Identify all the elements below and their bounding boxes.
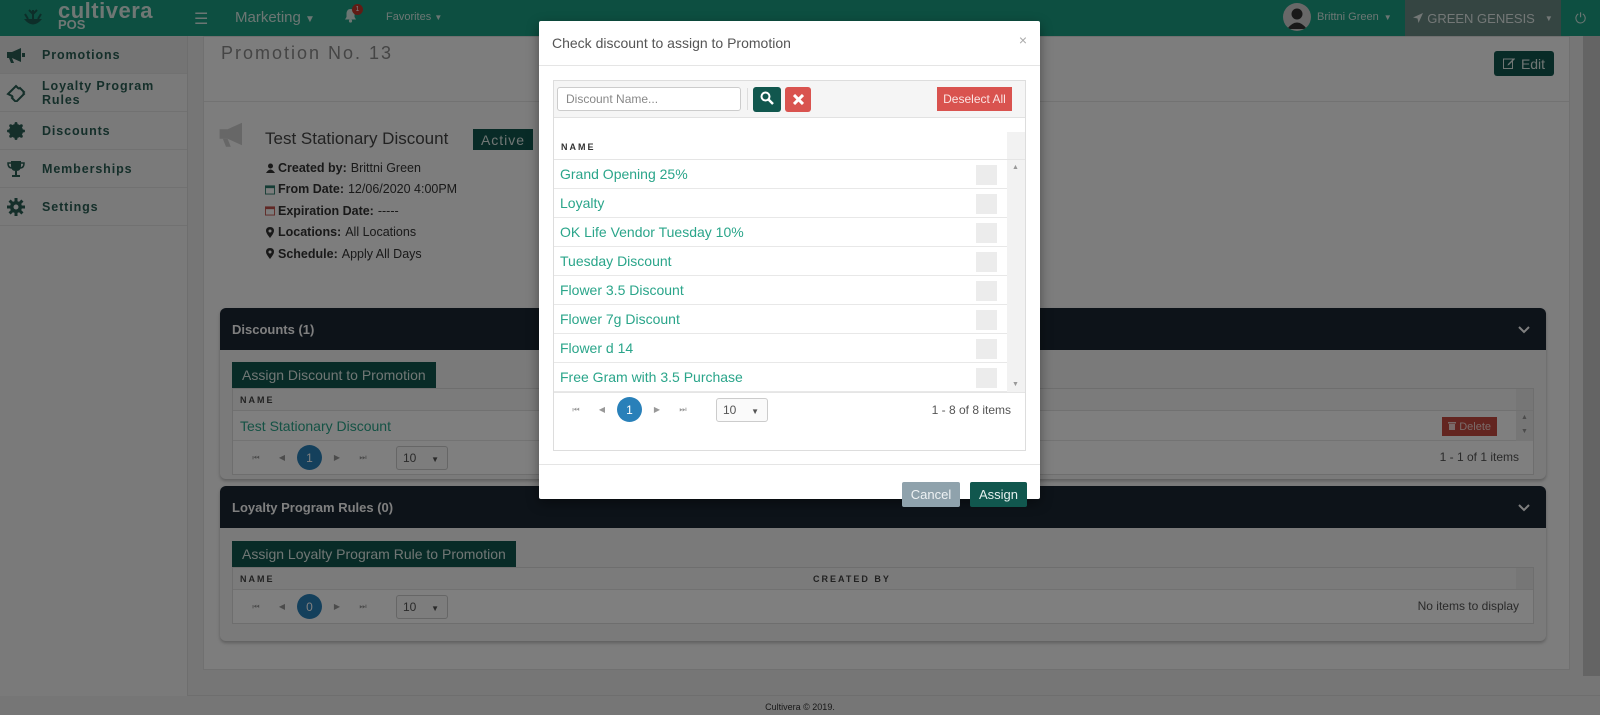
page-size-value: 10 xyxy=(723,402,737,417)
list-item[interactable]: Flower d 14 xyxy=(554,334,1007,363)
scroll-down-icon[interactable]: ▼ xyxy=(1012,381,1019,388)
discount-name[interactable]: Tuesday Discount xyxy=(560,253,672,269)
current-page[interactable]: 1 xyxy=(617,397,642,422)
clear-search-button[interactable] xyxy=(785,87,811,112)
scroll-up-icon[interactable]: ▲ xyxy=(1012,164,1019,171)
search-icon xyxy=(760,91,774,108)
list-item[interactable]: Loyalty xyxy=(554,189,1007,218)
close-icon[interactable]: × xyxy=(1019,32,1027,48)
divider xyxy=(747,88,748,110)
modal-title: Check discount to assign to Promotion xyxy=(552,35,791,51)
discount-name[interactable]: Loyalty xyxy=(560,195,604,211)
cancel-button[interactable]: Cancel xyxy=(902,482,960,507)
assign-discount-modal: Check discount to assign to Promotion × … xyxy=(539,21,1040,507)
list-item[interactable]: Flower 7g Discount xyxy=(554,305,1007,334)
row-checkbox[interactable] xyxy=(976,368,997,388)
pager-info: 1 - 8 of 8 items xyxy=(931,403,1011,417)
list-item[interactable]: Flower 3.5 Discount xyxy=(554,276,1007,305)
list-item[interactable]: Free Gram with 3.5 Purchase xyxy=(554,363,1007,392)
caret-down-icon: ▼ xyxy=(751,406,759,416)
list-item[interactable]: Tuesday Discount xyxy=(554,247,1007,276)
column-name[interactable]: NAME xyxy=(561,142,596,152)
row-checkbox[interactable] xyxy=(976,194,997,214)
discount-name[interactable]: OK Life Vendor Tuesday 10% xyxy=(560,224,744,240)
next-page-icon[interactable]: ▶ xyxy=(644,405,670,414)
row-checkbox[interactable] xyxy=(976,223,997,243)
row-checkbox[interactable] xyxy=(976,310,997,330)
page-size-select[interactable]: 10 ▼ xyxy=(716,397,768,422)
close-icon xyxy=(792,92,804,108)
last-page-icon[interactable]: ⏭ xyxy=(670,405,696,415)
grid-toolbar: Deselect All xyxy=(554,81,1025,118)
assign-button[interactable]: Assign xyxy=(970,482,1027,507)
divider xyxy=(539,65,1040,66)
first-page-icon[interactable]: ⏮ xyxy=(563,405,589,415)
row-checkbox[interactable] xyxy=(976,252,997,272)
divider xyxy=(539,464,1040,465)
discount-name[interactable]: Flower 7g Discount xyxy=(560,311,680,327)
list-item[interactable]: Grand Opening 25% xyxy=(554,160,1007,189)
list-item[interactable]: OK Life Vendor Tuesday 10% xyxy=(554,218,1007,247)
discount-name-search-input[interactable] xyxy=(557,87,741,111)
search-button[interactable] xyxy=(753,87,781,112)
grid-header: NAME xyxy=(554,118,1025,160)
discount-name[interactable]: Flower 3.5 Discount xyxy=(560,282,684,298)
pager: ⏮ ◀ 1 ▶ ⏭ 10 ▼ 1 - 8 of 8 items xyxy=(554,392,1025,426)
row-checkbox[interactable] xyxy=(976,339,997,359)
discount-name[interactable]: Free Gram with 3.5 Purchase xyxy=(560,369,743,385)
deselect-all-button[interactable]: Deselect All xyxy=(937,87,1012,111)
discount-name[interactable]: Flower d 14 xyxy=(560,340,633,356)
scrollbar[interactable]: ▲ ▼ xyxy=(1007,160,1025,392)
row-checkbox[interactable] xyxy=(976,165,997,185)
grid-body: Grand Opening 25% Loyalty OK Life Vendor… xyxy=(554,160,1025,392)
scrollbar-header xyxy=(1007,132,1025,159)
discount-select-grid: Deselect All NAME Grand Opening 25% Loya… xyxy=(553,80,1026,451)
prev-page-icon[interactable]: ◀ xyxy=(589,405,615,414)
row-checkbox[interactable] xyxy=(976,281,997,301)
discount-name[interactable]: Grand Opening 25% xyxy=(560,166,688,182)
